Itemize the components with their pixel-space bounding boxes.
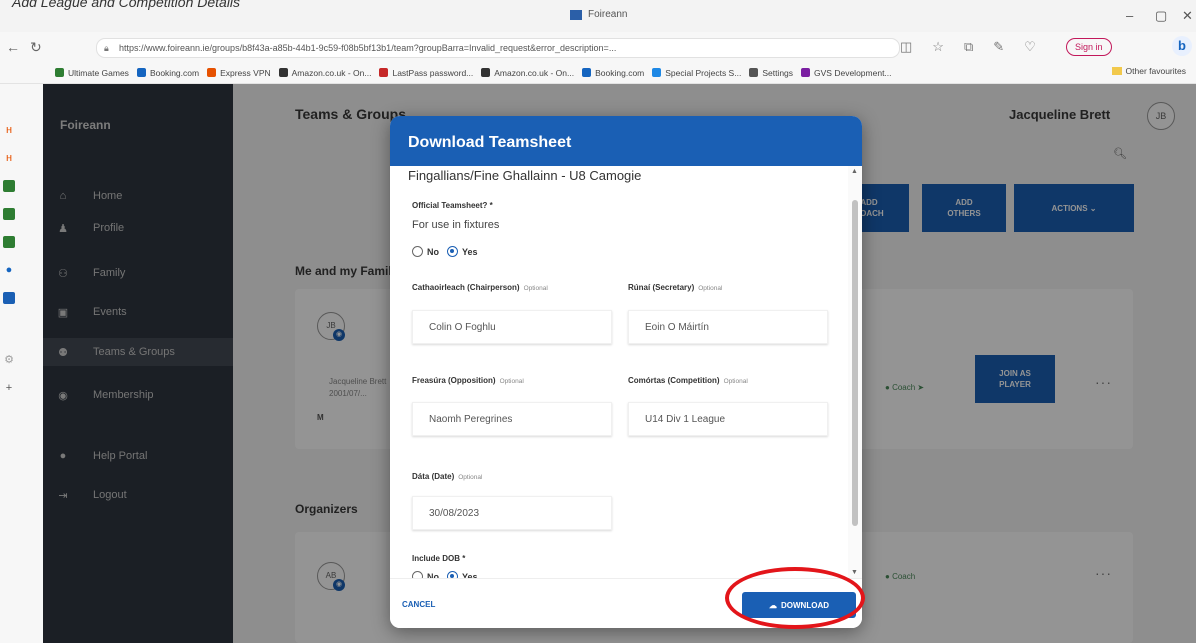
bookmark-item[interactable]: LastPass password... <box>379 68 473 78</box>
settings-icon[interactable]: ⚙ <box>3 354 15 366</box>
highlight-annotation <box>725 567 865 629</box>
folder-icon <box>1111 67 1122 75</box>
cancel-button[interactable]: CANCEL <box>402 600 435 609</box>
site-favicon-icon <box>570 9 582 20</box>
tab-title-label: Foireann <box>588 9 628 20</box>
close-window-icon[interactable]: ✕ <box>1182 8 1193 24</box>
dob-no-radio[interactable] <box>412 571 423 578</box>
bookmark-item[interactable]: Amazon.co.uk - On... <box>481 68 574 78</box>
bookmark-item[interactable]: Express VPN <box>207 68 271 78</box>
back-icon[interactable]: ← <box>6 39 20 55</box>
competition-label: Comórtas (Competition) Optional <box>628 376 748 385</box>
bookmark-favicon-icon <box>55 68 64 77</box>
team-name: Fingallians/Fine Ghallainn - U8 Camogie <box>408 168 642 183</box>
sign-in-button[interactable]: Sign in <box>1066 38 1112 56</box>
minimize-icon[interactable]: – <box>1126 8 1133 23</box>
chairperson-field[interactable]: Colin O Foghlu <box>412 310 612 344</box>
scroll-up-icon[interactable]: ▲ <box>851 168 858 175</box>
lock-icon: 🔒︎ <box>104 43 109 53</box>
bookmark-item[interactable]: GVS Development... <box>801 68 892 78</box>
app-icon[interactable] <box>3 180 15 192</box>
extensions-icon[interactable]: ✎ <box>993 39 1004 55</box>
opposition-label: Freasúra (Opposition) Optional <box>412 376 524 385</box>
bookmark-favicon-icon <box>136 68 146 77</box>
bookmark-favicon-icon <box>582 68 592 77</box>
url-input[interactable]: 🔒︎ https://www.foireann.ie/groups/b8f43a… <box>96 38 900 58</box>
browser-essentials-icon[interactable]: ♡ <box>1024 39 1036 55</box>
foireann-app-icon[interactable] <box>3 292 15 304</box>
app-icon[interactable] <box>3 236 15 248</box>
chairperson-label: Cathaoirleach (Chairperson) Optional <box>412 283 548 292</box>
bookmark-item[interactable]: Settings <box>749 68 793 78</box>
bookmark-item[interactable]: Amazon.co.uk - On... <box>278 68 371 78</box>
maximize-icon[interactable]: ▢ <box>1155 8 1167 24</box>
refresh-icon[interactable]: ↻ <box>30 39 42 56</box>
dob-radio-group: No Yes <box>412 571 486 578</box>
official-helper-text: For use in fixtures <box>412 219 500 231</box>
dialog-body: Fingallians/Fine Ghallainn - U8 Camogie … <box>390 166 848 578</box>
bookmark-favicon-icon <box>278 68 288 77</box>
url-text: https://www.foireann.ie/groups/b8f43a-a8… <box>119 43 617 53</box>
dob-yes-radio[interactable] <box>447 571 458 578</box>
bookmark-favicon-icon <box>207 68 217 77</box>
bookmark-item[interactable]: Ultimate Games <box>55 68 129 78</box>
scrollbar-thumb[interactable] <box>852 200 858 526</box>
bookmark-favicon-icon <box>379 68 389 77</box>
dialog-scrollbar[interactable]: ▲ ▼ <box>848 166 862 578</box>
bookmark-favicon-icon <box>652 68 662 77</box>
copilot-icon[interactable]: b <box>1172 36 1192 56</box>
caption-text: Add League and Competition Details <box>12 0 241 10</box>
other-favourites-folder[interactable]: Other favourites <box>1111 66 1186 76</box>
bookmark-item[interactable]: Booking.com <box>136 68 199 78</box>
secretary-field[interactable]: Eoin O Máirtín <box>628 310 828 344</box>
add-icon[interactable]: + <box>3 382 15 394</box>
bookmark-favicon-icon <box>481 68 491 77</box>
official-yes-radio[interactable] <box>447 246 458 257</box>
app-icon[interactable] <box>3 208 15 220</box>
official-no-radio[interactable] <box>412 246 423 257</box>
official-radio-group: No Yes <box>412 246 486 257</box>
dialog-title: Download Teamsheet <box>390 116 862 166</box>
scroll-down-icon[interactable]: ▼ <box>851 569 858 576</box>
secretary-label: Rúnaí (Secretary) Optional <box>628 283 723 292</box>
collections-icon[interactable]: ⧉ <box>964 39 973 55</box>
address-bar-row: ← ↻ 🔒︎ https://www.foireann.ie/groups/b8… <box>0 32 1196 62</box>
opposition-field[interactable]: Naomh Peregrines <box>412 402 612 436</box>
bookmark-favicon-icon <box>801 68 811 77</box>
download-teamsheet-dialog: Download Teamsheet Fingallians/Fine Ghal… <box>390 116 862 628</box>
browser-toolbar-icons: ◫ ☆ ⧉ ✎ ♡ <box>900 39 1036 55</box>
date-label: Dáta (Date) Optional <box>412 472 483 481</box>
edge-sidebar: н н ● ⚙ + <box>0 84 44 643</box>
sidebar-app-icon[interactable]: ● <box>3 264 15 276</box>
date-field[interactable]: 30/08/2023 <box>412 496 612 530</box>
official-teamsheet-label: Official Teamsheet? * <box>412 201 493 210</box>
bookmark-item[interactable]: Booking.com <box>582 68 644 78</box>
gaa-icon[interactable]: н <box>3 124 15 136</box>
bookmark-item[interactable]: Special Projects S... <box>652 68 741 78</box>
favorites-icon[interactable]: ☆ <box>932 39 944 55</box>
bookmarks-bar: Ultimate Games Booking.com Express VPN A… <box>0 62 1196 84</box>
include-dob-label: Include DOB * <box>412 554 466 563</box>
browser-tab[interactable]: Foireann <box>570 9 627 20</box>
gaa-icon[interactable]: н <box>3 152 15 164</box>
competition-field[interactable]: U14 Div 1 League <box>628 402 828 436</box>
split-screen-icon[interactable]: ◫ <box>900 39 912 55</box>
bookmark-favicon-icon <box>749 68 759 77</box>
